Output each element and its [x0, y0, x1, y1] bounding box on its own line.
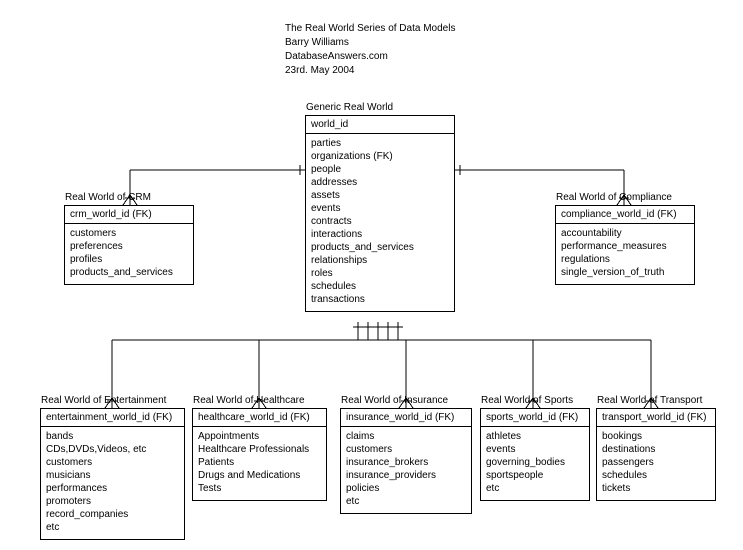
attr: products_and_services [311, 241, 449, 254]
attr: parties [311, 137, 449, 150]
entity-title: Real World of Entertainment [41, 395, 166, 406]
diagram-header: The Real World Series of Data Models Bar… [285, 22, 455, 78]
entity-transport: Real World of Transport transport_world_… [596, 408, 716, 501]
attr: CDs,DVDs,Videos, etc [46, 443, 179, 456]
attr: accountability [561, 227, 689, 240]
attr: relationships [311, 254, 449, 267]
attr: musicians [46, 469, 179, 482]
attr: athletes [486, 430, 584, 443]
entity-crm: Real World of CRM crm_world_id (FK) cust… [64, 205, 194, 285]
entity-title: Real World of Transport [597, 395, 702, 406]
attr: destinations [602, 443, 710, 456]
diagram-canvas: The Real World Series of Data Models Bar… [0, 0, 743, 550]
entity-insurance: Real World of Insurance insurance_world_… [340, 408, 472, 514]
entity-title: Generic Real World [306, 102, 393, 113]
attr: contracts [311, 215, 449, 228]
entity-pk: world_id [306, 116, 454, 134]
entity-attrs: accountability performance_measures regu… [556, 224, 694, 284]
entity-attrs: Appointments Healthcare Professionals Pa… [193, 427, 326, 500]
header-date: 23rd. May 2004 [285, 64, 455, 78]
attr: claims [346, 430, 466, 443]
attr: schedules [602, 469, 710, 482]
attr: schedules [311, 280, 449, 293]
entity-attrs: bookings destinations passengers schedul… [597, 427, 715, 500]
entity-healthcare: Real World of Healthcare healthcare_worl… [192, 408, 327, 501]
entity-pk: transport_world_id (FK) [597, 409, 715, 427]
attr: etc [346, 495, 466, 508]
attr: profiles [70, 253, 188, 266]
attr: etc [46, 521, 179, 534]
attr: Patients [198, 456, 321, 469]
entity-pk: crm_world_id (FK) [65, 206, 193, 224]
entity-pk: insurance_world_id (FK) [341, 409, 471, 427]
entity-title: Real World of Sports [481, 395, 573, 406]
attr: people [311, 163, 449, 176]
attr: events [486, 443, 584, 456]
entity-compliance: Real World of Compliance compliance_worl… [555, 205, 695, 285]
attr: insurance_brokers [346, 456, 466, 469]
entity-title: Real World of Insurance [341, 395, 448, 406]
attr: events [311, 202, 449, 215]
entity-title: Real World of Healthcare [193, 395, 305, 406]
attr: insurance_providers [346, 469, 466, 482]
attr: performances [46, 482, 179, 495]
attr: policies [346, 482, 466, 495]
attr: passengers [602, 456, 710, 469]
attr: preferences [70, 240, 188, 253]
attr: regulations [561, 253, 689, 266]
attr: performance_measures [561, 240, 689, 253]
entity-title: Real World of CRM [65, 192, 151, 203]
header-author: Barry Williams [285, 36, 455, 50]
attr: assets [311, 189, 449, 202]
entity-attrs: athletes events governing_bodies sportsp… [481, 427, 589, 500]
attr: bands [46, 430, 179, 443]
attr: customers [346, 443, 466, 456]
attr: organizations (FK) [311, 150, 449, 163]
attr: Appointments [198, 430, 321, 443]
attr: record_companies [46, 508, 179, 521]
attr: governing_bodies [486, 456, 584, 469]
attr: etc [486, 482, 584, 495]
attr: customers [70, 227, 188, 240]
header-title: The Real World Series of Data Models [285, 22, 455, 36]
attr: transactions [311, 293, 449, 306]
entity-pk: sports_world_id (FK) [481, 409, 589, 427]
attr: addresses [311, 176, 449, 189]
attr: Tests [198, 482, 321, 495]
entity-pk: healthcare_world_id (FK) [193, 409, 326, 427]
entity-attrs: customers preferences profiles products_… [65, 224, 193, 284]
entity-attrs: parties organizations (FK) people addres… [306, 134, 454, 311]
entity-pk: entertainment_world_id (FK) [41, 409, 184, 427]
entity-attrs: bands CDs,DVDs,Videos, etc customers mus… [41, 427, 184, 539]
entity-entertainment: Real World of Entertainment entertainmen… [40, 408, 185, 540]
entity-pk: compliance_world_id (FK) [556, 206, 694, 224]
header-site: DatabaseAnswers.com [285, 50, 455, 64]
entity-generic-real-world: Generic Real World world_id parties orga… [305, 115, 455, 312]
attr: products_and_services [70, 266, 188, 279]
attr: interactions [311, 228, 449, 241]
attr: sportspeople [486, 469, 584, 482]
attr: Healthcare Professionals [198, 443, 321, 456]
attr: roles [311, 267, 449, 280]
entity-title: Real World of Compliance [556, 192, 672, 203]
attr: promoters [46, 495, 179, 508]
attr: single_version_of_truth [561, 266, 689, 279]
attr: customers [46, 456, 179, 469]
entity-sports: Real World of Sports sports_world_id (FK… [480, 408, 590, 501]
attr: Drugs and Medications [198, 469, 321, 482]
attr: bookings [602, 430, 710, 443]
attr: tickets [602, 482, 710, 495]
entity-attrs: claims customers insurance_brokers insur… [341, 427, 471, 513]
